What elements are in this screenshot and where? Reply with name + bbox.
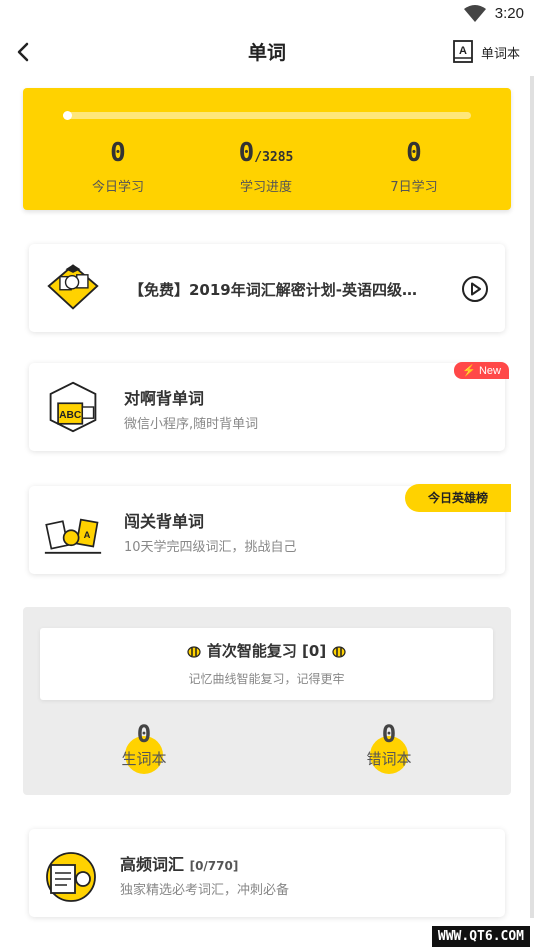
- smart-review-subtitle: 记忆曲线智能复习，记得更牢: [188, 672, 345, 686]
- svg-text:ABC: ABC: [59, 410, 82, 421]
- level-challenge-icon: A: [44, 518, 102, 554]
- wordbook-button[interactable]: A 单词本: [452, 39, 520, 65]
- new-words-book[interactable]: 0 生词本: [94, 720, 194, 774]
- high-frequency-icon: [46, 852, 96, 902]
- smart-review-title-row: 首次智能复习 [0]: [40, 640, 493, 661]
- progress-bar: [63, 112, 471, 119]
- stat-progress-value: 0/3285: [191, 138, 341, 168]
- stat-progress: 0/3285 学习进度: [191, 138, 341, 195]
- progress-handle: [63, 111, 72, 120]
- svg-text:A: A: [84, 530, 91, 540]
- progress-card: 0 今日学习 0/3285 学习进度 0 7日学习: [23, 88, 511, 210]
- stat-progress-total: /3285: [254, 150, 294, 165]
- hero-rank-badge[interactable]: 今日英雄榜: [405, 484, 511, 512]
- stat-progress-count: 0: [238, 138, 255, 168]
- high-frequency-title: 高频词汇 [0/770]: [120, 851, 238, 875]
- watermark: WWW.QT6.COM: [431, 926, 530, 947]
- stat-today: 0 今日学习: [43, 138, 193, 195]
- review-panel: 首次智能复习 [0] 记忆曲线智能复习，记得更牢 0 生词本 0 错词本: [23, 607, 511, 795]
- wordbook-label: 单词本: [480, 46, 520, 62]
- duia-words-subtitle: 微信小程序,随时背单词: [124, 417, 259, 432]
- wrong-words-book[interactable]: 0 错词本: [339, 720, 439, 774]
- high-frequency-card[interactable]: 高频词汇 [0/770] 独家精选必考词汇，冲刺必备: [29, 829, 505, 917]
- vocabulary-plan-icon: [47, 264, 99, 310]
- svg-text:A: A: [459, 45, 467, 57]
- new-badge-label: New: [478, 365, 501, 377]
- level-words-subtitle: 10天学完四级词汇，挑战自己: [124, 540, 297, 555]
- lightning-icon: ⚡: [462, 365, 476, 377]
- bee-left-icon: [187, 645, 201, 658]
- plan-title: 【免费】2019年词汇解密计划-英语四级…: [129, 281, 417, 299]
- stat-week-label: 7日学习: [390, 180, 438, 195]
- stat-progress-label: 学习进度: [239, 180, 292, 195]
- high-frequency-title-text: 高频词汇: [120, 855, 185, 874]
- smart-review-title: 首次智能复习 [0]: [206, 642, 327, 660]
- level-words-title: 闯关背单词: [124, 512, 205, 531]
- wordbook-icon: A: [453, 40, 473, 63]
- scrollbar[interactable]: [530, 76, 534, 918]
- wrong-words-count: 0: [381, 720, 397, 748]
- plan-card[interactable]: 【免费】2019年词汇解密计划-英语四级…: [29, 244, 505, 332]
- duia-words-card[interactable]: ABC 对啊背单词 微信小程序,随时背单词 ⚡ New: [29, 362, 509, 451]
- high-frequency-subtitle: 独家精选必考词汇，冲刺必备: [120, 883, 290, 898]
- stat-today-value: 0: [110, 138, 126, 168]
- mini-program-icon: ABC: [49, 381, 97, 433]
- status-time: 3:20: [494, 5, 524, 22]
- status-bar: 3:20: [0, 0, 534, 28]
- new-words-label: 生词本: [121, 750, 167, 768]
- stat-today-label: 今日学习: [91, 180, 144, 195]
- new-words-count: 0: [136, 720, 152, 748]
- wrong-words-label: 错词本: [366, 750, 412, 768]
- play-icon[interactable]: [461, 275, 489, 303]
- stat-week-value: 0: [406, 138, 422, 168]
- high-frequency-count: [0/770]: [189, 859, 239, 873]
- top-nav: 单词 A 单词本: [0, 28, 534, 76]
- new-badge: ⚡ New: [454, 362, 509, 379]
- stat-week: 0 7日学习: [339, 138, 489, 195]
- duia-words-title: 对啊背单词: [124, 389, 205, 408]
- wifi-icon: [464, 5, 486, 22]
- bee-right-icon: [332, 645, 346, 658]
- smart-review-card[interactable]: 首次智能复习 [0] 记忆曲线智能复习，记得更牢: [40, 628, 493, 700]
